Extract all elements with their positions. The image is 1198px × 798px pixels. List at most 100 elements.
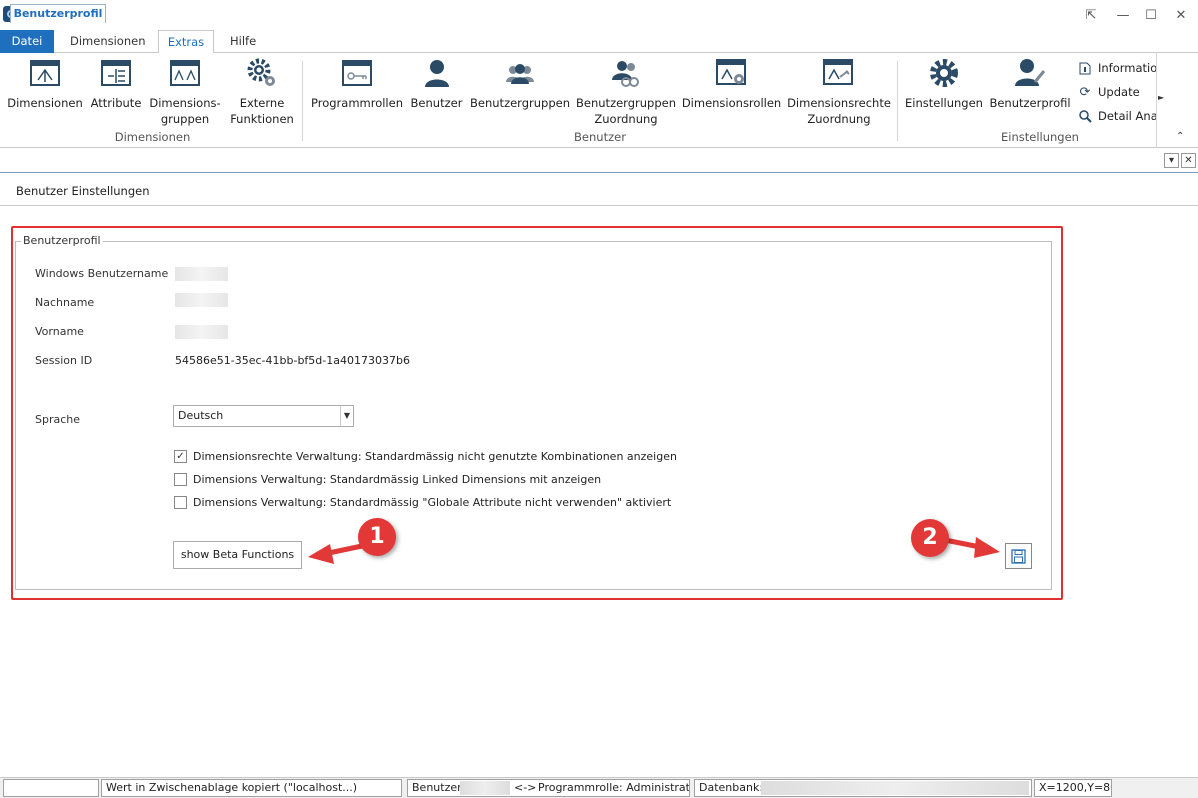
dimensionsrollen-label: Dimensionsrollen <box>681 96 782 110</box>
checkbox-label: Dimensions Verwaltung: Standardmässig "G… <box>193 496 672 509</box>
status-coordinates: X=1200,Y=800 <box>1034 779 1112 797</box>
benutzergruppen-zuordnung-label-1: Benutzergruppen <box>576 96 676 110</box>
gears-icon <box>246 57 278 89</box>
checkbox-label: Dimensions Verwaltung: Standardmässig Li… <box>193 473 602 486</box>
status-user-panel: Benutzer: <-> Programmrolle: Administrat… <box>407 779 690 797</box>
ribbon-separator <box>302 61 303 141</box>
ribbon: Dimensionen Attribute Dimensions- gruppe… <box>0 53 1198 148</box>
checkbox-checked-icon[interactable]: ✓ <box>174 450 187 463</box>
dimensionen-label: Dimensionen <box>7 96 83 110</box>
checkbox-unchecked-icon[interactable] <box>174 496 187 509</box>
dimension-roles-icon <box>715 57 748 89</box>
refresh-icon: ⟳ <box>1079 84 1091 100</box>
group-label-benutzer: Benutzer <box>574 130 626 144</box>
benutzer-button[interactable]: Benutzer <box>409 57 464 111</box>
attribute-icon <box>100 57 132 89</box>
ribbon-separator <box>897 61 898 141</box>
dimensionsrechte-zuordnung-label-2: Zuordnung <box>807 112 871 126</box>
sprache-label: Sprache <box>35 413 81 426</box>
restore-down-icon[interactable]: ⇱ <box>1076 4 1106 26</box>
divider <box>0 205 1198 206</box>
benutzerprofil-button[interactable]: Benutzerprofil <box>989 57 1071 111</box>
dimensionsrechte-zuordnung-button[interactable]: Dimensionsrechte Zuordnung <box>787 57 891 127</box>
user-group-icon <box>504 57 536 89</box>
benutzergruppen-label: Benutzergruppen <box>470 96 570 110</box>
programmrollen-label: Programmrollen <box>311 96 403 110</box>
floppy-disk-icon <box>1011 548 1026 564</box>
document-tab-bar <box>0 150 1198 173</box>
update-label: Update <box>1098 85 1140 99</box>
status-clipboard: Wert in Zwischenablage kopiert ("localho… <box>101 779 402 797</box>
tab-benutzerprofil[interactable]: Benutzerprofil <box>10 4 106 23</box>
externe-label-2: Funktionen <box>230 112 294 126</box>
nachname-label: Nachname <box>35 296 95 309</box>
info-icon <box>1078 61 1092 75</box>
status-panel-empty <box>3 779 99 797</box>
magnifier-icon <box>1078 109 1092 123</box>
user-group-assign-icon <box>610 57 642 89</box>
show-beta-functions-button[interactable]: show Beta Functions <box>173 541 302 569</box>
dimension-grid-icon <box>29 57 61 89</box>
benutzergruppen-zuordnung-button[interactable]: Benutzergruppen Zuordnung <box>576 57 676 127</box>
group-label-dimensionen: Dimensionen <box>114 130 191 144</box>
benutzergruppen-button[interactable]: Benutzergruppen <box>470 57 570 111</box>
save-button[interactable] <box>1005 543 1032 569</box>
checkbox-row[interactable]: Dimensions Verwaltung: Standardmässig "G… <box>174 496 671 509</box>
einstellungen-button[interactable]: Einstellungen <box>905 57 983 111</box>
program-roles-icon <box>341 57 373 89</box>
session-id-label: Session ID <box>35 354 93 367</box>
ribbon-scroll-right-icon[interactable]: ► <box>1158 93 1164 102</box>
vorname-label: Vorname <box>35 325 84 338</box>
attribute-label: Attribute <box>90 96 142 110</box>
information-label: Informatio <box>1098 61 1158 75</box>
section-heading: Benutzer Einstellungen <box>16 184 150 198</box>
status-programmrolle: Programmrolle: Administrator <box>538 781 690 794</box>
checkbox-label: Dimensionsrechte Verwaltung: Standardmäs… <box>193 450 677 463</box>
dimensionsgruppen-button[interactable]: Dimensions- gruppen <box>149 57 221 127</box>
ribbon-collapse-icon[interactable]: ⌃ <box>1176 131 1184 142</box>
windows-username-value <box>175 267 228 281</box>
vorname-value <box>175 325 228 339</box>
annotation-arrow-2 <box>942 537 1000 558</box>
annotation-badge-2: 2 <box>911 519 949 557</box>
status-benutzer-label: Benutzer: <box>412 781 466 794</box>
language-select[interactable]: Deutsch <box>173 405 354 427</box>
status-datenbank-label: Datenbank: <box>699 781 764 794</box>
benutzergruppen-zuordnung-label-2: Zuordnung <box>594 112 658 126</box>
tab-datei[interactable]: Datei <box>0 30 54 53</box>
groupbox-legend: Benutzerprofil <box>21 234 103 247</box>
tab-extras[interactable]: Extras <box>158 30 214 54</box>
tab-hilfe[interactable]: Hilfe <box>218 30 268 53</box>
dimension-rights-icon <box>823 57 855 89</box>
tab-dropdown-icon[interactable]: ▾ <box>1164 153 1179 168</box>
dimensionsgruppen-label-2: gruppen <box>160 112 210 126</box>
update-button[interactable]: ⟳ Update <box>1078 84 1140 100</box>
status-user-value <box>460 781 510 795</box>
programmrollen-button[interactable]: Programmrollen <box>311 57 403 111</box>
checkbox-unchecked-icon[interactable] <box>174 473 187 486</box>
status-arrow: <-> <box>514 781 537 794</box>
dimensionen-button[interactable]: Dimensionen <box>7 57 83 111</box>
profile-groupbox <box>15 241 1052 590</box>
tab-dimensionen[interactable]: Dimensionen <box>58 30 158 53</box>
user-edit-icon <box>1014 57 1046 89</box>
maximize-icon[interactable]: ☐ <box>1136 4 1166 26</box>
tab-close-icon[interactable]: ✕ <box>1181 153 1196 168</box>
externe-label-1: Externe <box>239 96 285 110</box>
dimension-groups-icon <box>169 57 201 89</box>
close-icon[interactable]: ✕ <box>1166 4 1196 26</box>
group-label-einstellungen: Einstellungen <box>1001 130 1079 144</box>
dimensionsrollen-button[interactable]: Dimensionsrollen <box>681 57 782 111</box>
dropdown-arrow-icon[interactable]: ▼ <box>340 406 353 426</box>
status-database-panel: Datenbank: <box>694 779 1032 797</box>
detail-analyse-button[interactable]: Detail Analy <box>1078 109 1168 123</box>
title-bar: ⇱ — ☐ ✕ <box>0 0 1198 30</box>
minimize-icon[interactable]: — <box>1108 4 1138 26</box>
checkbox-row[interactable]: ✓ Dimensionsrechte Verwaltung: Standardm… <box>174 450 677 463</box>
externe-funktionen-button[interactable]: Externe Funktionen <box>229 57 295 127</box>
checkbox-row[interactable]: Dimensions Verwaltung: Standardmässig Li… <box>174 473 601 486</box>
attribute-button[interactable]: Attribute <box>88 57 144 111</box>
nachname-value <box>175 293 228 307</box>
information-button[interactable]: Informatio <box>1078 61 1157 75</box>
einstellungen-label: Einstellungen <box>905 96 983 110</box>
